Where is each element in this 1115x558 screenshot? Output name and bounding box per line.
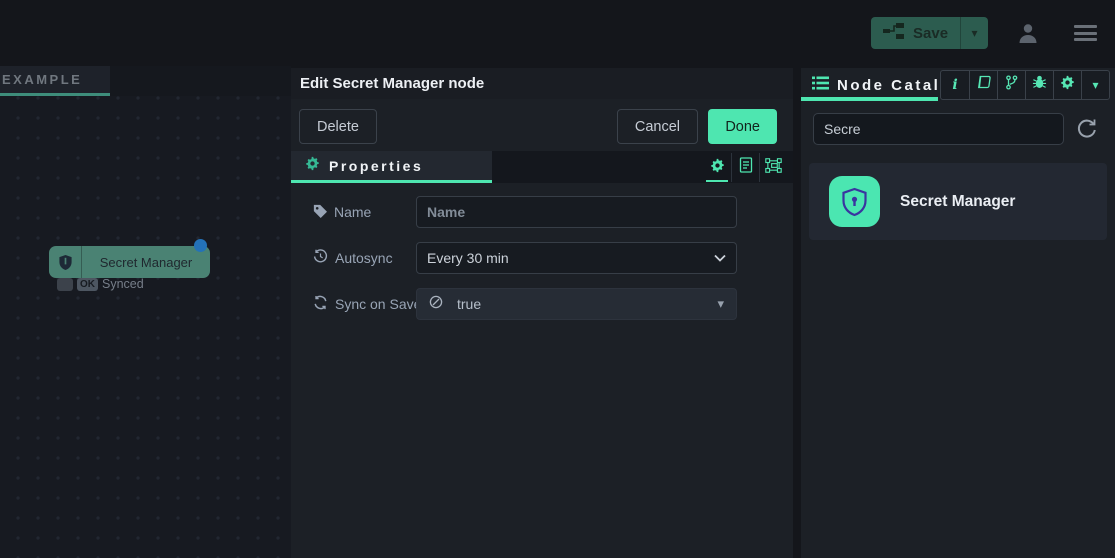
catalog-search-input[interactable] — [813, 113, 1064, 145]
sync-on-save-value: true — [457, 296, 703, 312]
catalog-toolbar: i — [940, 70, 1110, 100]
caret-down-icon: ▾ — [717, 296, 724, 312]
field-row-sync-on-save: Sync on Save true ▾ — [291, 288, 793, 320]
sync-on-save-typed-input[interactable]: true ▾ — [416, 288, 737, 320]
flow-node-label: Secret Manager — [82, 255, 210, 270]
flow-canvas[interactable]: Secret Manager OK Synced — [0, 96, 291, 558]
info-button[interactable]: i — [941, 71, 969, 99]
gear-icon — [305, 156, 320, 176]
document-icon — [739, 157, 753, 178]
status-text: Synced — [102, 277, 144, 291]
refresh-button[interactable] — [1076, 117, 1100, 141]
boolean-type-icon — [429, 295, 443, 314]
node-catalog-panel: Node Catalog i — [801, 68, 1115, 558]
catalog-item-label: Secret Manager — [900, 163, 1015, 240]
autosync-selected-value: Every 30 min — [427, 250, 714, 266]
info-icon: i — [952, 77, 957, 93]
book-icon — [976, 75, 992, 95]
top-bar: Save ▾ — [0, 0, 1115, 66]
name-label-text: Name — [334, 204, 371, 220]
tab-properties-label: Properties — [329, 158, 423, 174]
edit-panel-header: Edit Secret Manager node — [291, 68, 793, 99]
git-branch-icon — [1005, 75, 1018, 95]
catalog-item-secret-manager[interactable]: Secret Manager — [809, 163, 1107, 240]
view-appearance-button[interactable] — [759, 153, 787, 182]
status-badge: OK — [77, 278, 98, 291]
main-menu-icon[interactable] — [1074, 25, 1097, 41]
git-branch-button[interactable] — [997, 71, 1025, 99]
selection-box-icon — [765, 158, 782, 178]
flow-node-secret-manager[interactable]: Secret Manager — [49, 246, 210, 278]
autosync-select[interactable]: Every 30 min — [416, 242, 737, 274]
save-button[interactable]: Save ▾ — [871, 17, 988, 49]
settings-button[interactable] — [1053, 71, 1081, 99]
delete-button[interactable]: Delete — [299, 109, 377, 144]
workspace-tab-label: EXAMPLE — [2, 72, 82, 87]
node-catalog-title: Node Catalog — [837, 77, 939, 94]
shield-icon — [829, 176, 880, 227]
tag-icon — [313, 204, 327, 221]
sync-on-save-label-text: Sync on Save — [335, 296, 421, 312]
sync-icon — [313, 295, 328, 313]
edit-panel-title: Edit Secret Manager node — [300, 75, 484, 92]
node-status: OK Synced — [57, 277, 144, 291]
save-button-label: Save — [913, 25, 948, 42]
view-properties-button[interactable] — [703, 153, 731, 182]
done-button[interactable]: Done — [708, 109, 777, 144]
cancel-button[interactable]: Cancel — [617, 109, 698, 144]
name-input[interactable] — [416, 196, 737, 228]
sync-on-save-label: Sync on Save — [313, 288, 421, 320]
bug-icon — [1032, 75, 1047, 95]
autosync-label: Autosync — [313, 242, 393, 274]
field-row-name: Name — [291, 196, 793, 228]
app-window: Save ▾ EXAMPLE — [0, 0, 1115, 558]
catalog-active-underline — [801, 97, 938, 101]
edit-node-panel: Edit Secret Manager node Delete Cancel D… — [291, 68, 793, 558]
editor-view-switch — [703, 153, 787, 182]
save-dropdown-caret[interactable]: ▾ — [960, 17, 988, 49]
shield-icon — [49, 246, 82, 278]
panel-divider — [793, 68, 801, 558]
workspace-tab-strip: EXAMPLE — [0, 66, 291, 96]
tab-properties[interactable]: Properties — [291, 151, 492, 183]
deploy-wire-icon — [883, 23, 905, 44]
gear-icon — [1060, 75, 1075, 95]
workspace-tab-example[interactable]: EXAMPLE — [0, 66, 110, 96]
refresh-icon — [1076, 126, 1098, 143]
edit-panel-tab-row: Properties — [291, 151, 793, 183]
status-indicator-icon — [57, 278, 73, 291]
history-icon — [313, 249, 328, 267]
debug-button[interactable] — [1025, 71, 1053, 99]
field-row-autosync: Autosync Every 30 min — [291, 242, 793, 274]
node-port-dot[interactable] — [194, 239, 207, 252]
gear-icon — [710, 158, 725, 178]
list-icon — [812, 76, 829, 95]
user-avatar-icon[interactable] — [1017, 22, 1039, 44]
view-description-button[interactable] — [731, 153, 759, 182]
node-catalog-header: Node Catalog — [801, 73, 939, 97]
caret-down-icon: ▾ — [972, 26, 978, 40]
catalog-more-button[interactable]: ▾ — [1081, 71, 1109, 99]
docs-button[interactable] — [969, 71, 997, 99]
caret-down-icon: ▾ — [1092, 78, 1098, 92]
name-label: Name — [313, 196, 371, 228]
chevron-down-icon — [714, 249, 726, 267]
autosync-label-text: Autosync — [335, 250, 393, 266]
